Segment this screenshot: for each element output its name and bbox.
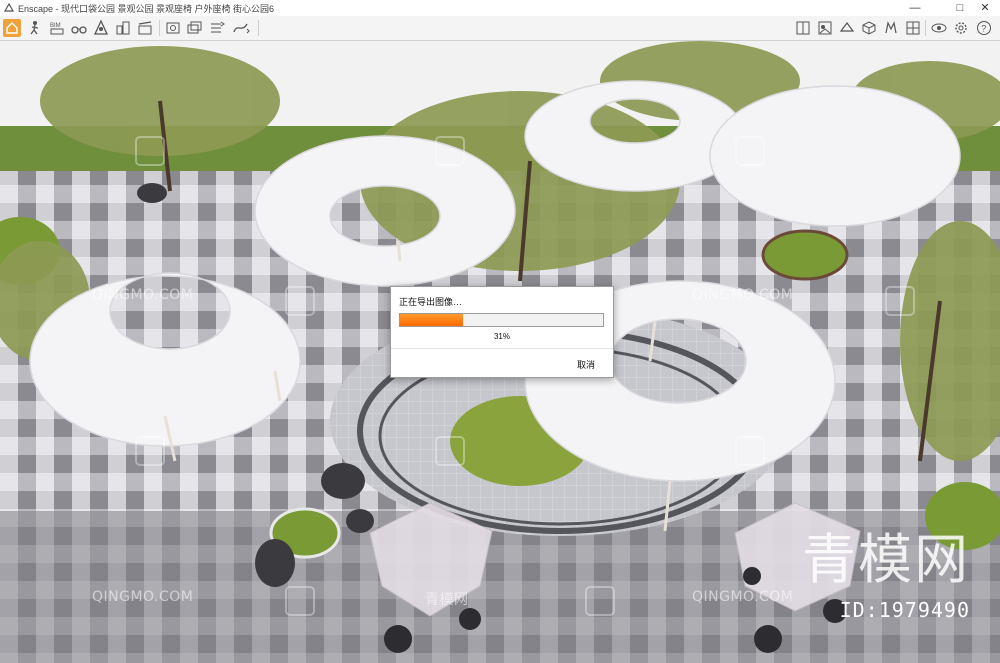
cancel-button[interactable]: 取消: [577, 358, 595, 371]
cube-icon[interactable]: [860, 19, 878, 37]
sun-icon[interactable]: [882, 19, 900, 37]
title-bar: Enscape - 现代口袋公园 景观公园 景观座椅 户外座椅 街心公园6 — …: [0, 0, 1000, 17]
grid-icon[interactable]: [904, 19, 922, 37]
progress-bar: [399, 313, 604, 327]
watermark-logo-icon: [585, 586, 615, 616]
screenshot-icon[interactable]: [164, 19, 182, 37]
walk-icon[interactable]: [26, 19, 44, 37]
visual-settings-icon[interactable]: [930, 19, 948, 37]
watermark-logo-icon: [435, 436, 465, 466]
watermark-logo-icon: [285, 286, 315, 316]
binoculars-icon[interactable]: [70, 19, 88, 37]
buildings-icon[interactable]: [114, 19, 132, 37]
map-pin-icon[interactable]: [92, 19, 110, 37]
video-path-icon[interactable]: [232, 19, 250, 37]
enscape-toolbar: BIM ?: [0, 16, 1000, 41]
home-icon[interactable]: [3, 19, 21, 37]
watermark-text: QINGMO.COM: [92, 589, 194, 605]
svg-text:?: ?: [981, 24, 986, 34]
bim-icon[interactable]: BIM: [48, 19, 66, 37]
batch-render-icon[interactable]: [186, 19, 204, 37]
book-icon[interactable]: [794, 19, 812, 37]
close-button[interactable]: ✕: [970, 0, 1000, 16]
help-icon[interactable]: ?: [975, 19, 993, 37]
watermark-logo-icon: [885, 286, 915, 316]
asset-library-icon[interactable]: [816, 19, 834, 37]
window-title: Enscape - 现代口袋公园 景观公园 景观座椅 户外座椅 街心公园6: [18, 4, 275, 14]
toolbar-separator: [159, 20, 160, 36]
image-id-label: ID:1979490: [839, 598, 970, 622]
material-icon[interactable]: [838, 19, 856, 37]
export-progress-dialog: 正在导出图像… 31% 取消: [390, 286, 614, 378]
watermark-logo-icon: [135, 136, 165, 166]
toolbar-separator: [258, 20, 259, 36]
svg-text:BIM: BIM: [50, 23, 61, 29]
progress-percent: 31%: [493, 332, 510, 341]
watermark-text: QINGMO.COM: [692, 287, 794, 303]
watermark-logo-icon: [135, 436, 165, 466]
settings-icon[interactable]: [952, 19, 970, 37]
watermark-logo-icon: [735, 136, 765, 166]
watermark-logo-icon: [735, 436, 765, 466]
progress-bar-fill: [400, 314, 463, 326]
watermark-logo-icon: [285, 586, 315, 616]
minimize-button[interactable]: —: [900, 0, 930, 16]
toolbar-separator: [925, 20, 926, 36]
clapper-icon[interactable]: [136, 19, 154, 37]
watermark-text: QINGMO.COM: [692, 589, 794, 605]
watermark-logo-icon: [435, 136, 465, 166]
brand-watermark: 青模网: [802, 528, 970, 591]
enscape-logo-icon: [4, 3, 14, 12]
dialog-divider: [391, 348, 613, 349]
watermark-brand-small: 青模网: [425, 592, 469, 608]
watermark-text: QINGMO.COM: [92, 287, 194, 303]
dialog-title: 正在导出图像…: [399, 297, 463, 307]
export-icon[interactable]: [208, 19, 226, 37]
